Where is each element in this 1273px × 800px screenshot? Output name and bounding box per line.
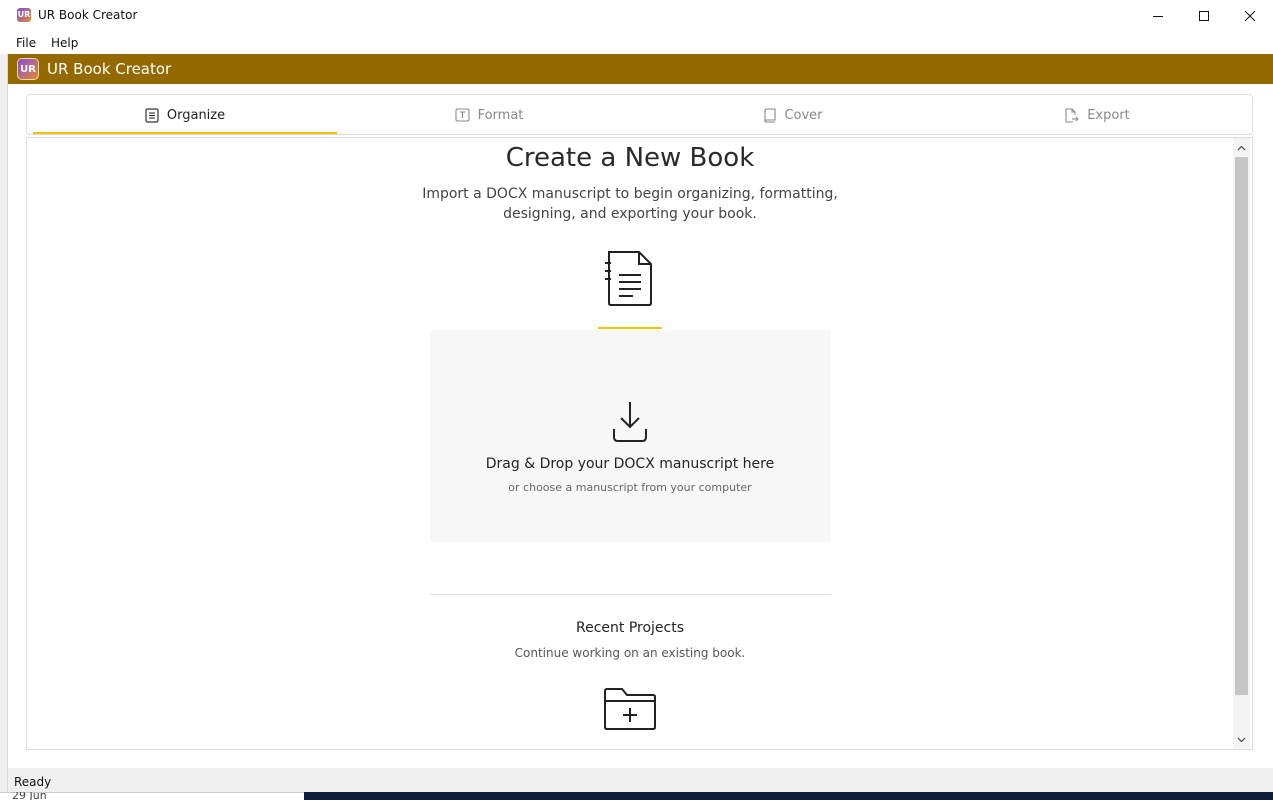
book-icon [764,107,777,123]
minimize-button[interactable] [1135,0,1181,31]
active-tab-indicator [33,132,337,134]
title-bar [0,0,1273,31]
menu-help[interactable]: Help [51,36,78,50]
list-document-icon [145,107,159,123]
app-banner [8,54,1273,84]
dropzone-title: Drag & Drop your DOCX manuscript here [485,456,775,472]
manuscript-document-icon [605,251,652,306]
tab-organize[interactable]: Organize [33,95,337,135]
tab-format-label: Format [477,107,524,123]
background-window-text: 29 Jun [12,792,47,800]
scroll-down-button[interactable] [1233,731,1250,748]
page-subtitle-line-2: designing, and exporting your book. [503,206,757,222]
open-project-folder-icon[interactable] [602,687,658,731]
close-button[interactable] [1227,0,1273,31]
tab-organize-label: Organize [166,107,226,123]
app-logo-icon: UR [17,8,31,22]
choose-manuscript-link[interactable]: or choose a manuscript from your compute… [330,481,930,494]
section-divider [430,594,831,595]
minimize-icon [1153,15,1163,17]
tab-format[interactable]: Format [337,95,641,135]
page-subtitle: Import a DOCX manuscript to begin organi… [330,184,930,224]
tab-cover-label: Cover [784,107,823,123]
menu-file[interactable]: File [16,36,36,50]
recent-projects-title: Recent Projects [575,620,685,636]
banner-logo-icon: UR [17,58,39,80]
tab-cover[interactable]: Cover [641,95,945,135]
recent-projects-subtitle: Continue working on an existing book. [514,646,746,660]
window-left-edge [0,54,8,800]
tab-export-label: Export [1087,107,1130,123]
close-icon [1244,10,1256,21]
maximize-icon [1199,10,1209,21]
menu-bar [0,31,1273,54]
window-right-edge [1265,84,1273,800]
page-subtitle-line-1: Import a DOCX manuscript to begin organi… [422,186,838,202]
status-text: Ready [14,775,52,789]
page-title: Create a New Book [505,143,755,173]
banner-title: UR Book Creator [47,60,172,78]
download-tray-icon [613,402,647,442]
tab-export[interactable]: Export [945,95,1249,135]
icon-accent-underline [598,327,662,329]
export-file-icon [1065,107,1079,123]
scroll-up-button[interactable] [1233,139,1250,156]
taskbar [304,792,1273,800]
scrollbar-thumb[interactable] [1235,157,1248,695]
window-title: UR Book Creator [38,8,138,22]
maximize-button[interactable] [1181,0,1227,31]
text-format-icon [455,108,470,122]
chevron-up-icon [1237,145,1246,150]
status-bar [8,768,1273,792]
chevron-down-icon [1237,737,1246,742]
